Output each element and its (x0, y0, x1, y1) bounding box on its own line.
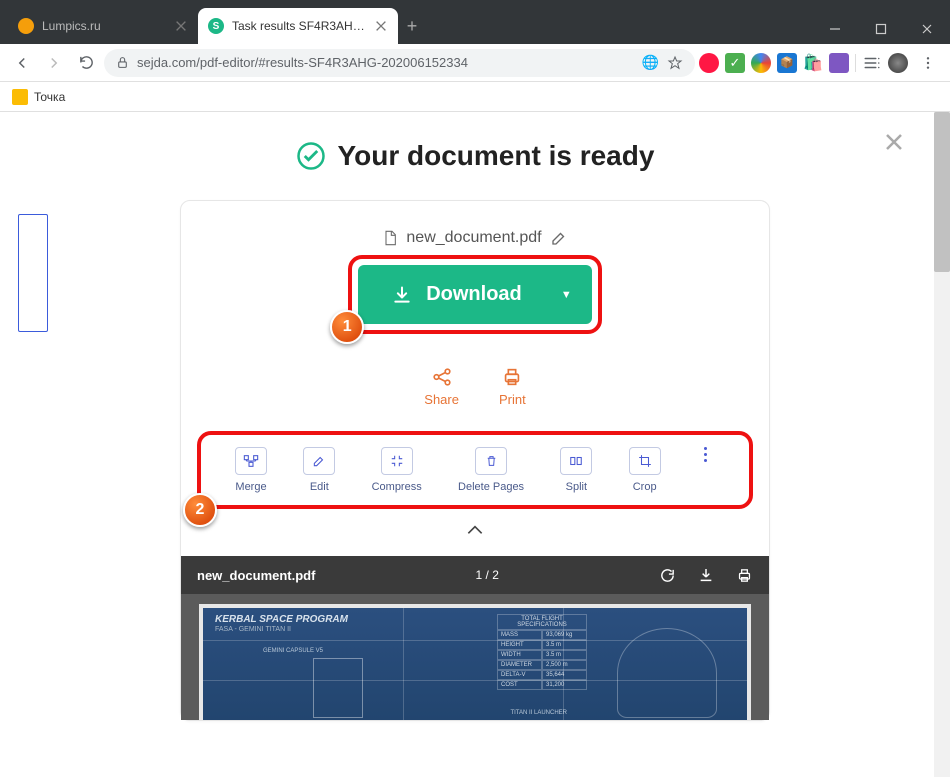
rotate-icon[interactable] (659, 567, 676, 584)
result-card: new_document.pdf Download ▼ 1 Share Prin… (180, 200, 770, 721)
tool-merge[interactable]: Merge (235, 447, 267, 493)
share-icon (431, 366, 453, 388)
close-icon[interactable] (374, 19, 388, 33)
page-content: Your document is ready new_document.pdf … (0, 112, 950, 777)
close-window-button[interactable] (904, 14, 950, 44)
ext-icon[interactable]: ✓ (725, 53, 745, 73)
print-icon[interactable] (736, 567, 753, 584)
tool-delete-pages[interactable]: Delete Pages (458, 447, 524, 493)
trash-icon (485, 454, 498, 468)
new-tab-button[interactable]: + (398, 8, 426, 44)
window-titlebar: Lumpics.ru S Task results SF4R3AHG-20200… (0, 0, 950, 44)
filename-text: new_document.pdf (406, 229, 541, 247)
menu-button[interactable] (914, 49, 942, 77)
window-controls (812, 14, 950, 44)
tab-lumpics[interactable]: Lumpics.ru (8, 8, 198, 44)
merge-icon (243, 454, 259, 468)
forward-button[interactable] (40, 49, 68, 77)
extensions: ✓ 📦 🛍️ (699, 49, 942, 77)
share-print-row: Share Print (201, 366, 749, 407)
lock-icon (116, 56, 129, 69)
download-button[interactable]: Download ▼ (358, 265, 592, 324)
tool-compress[interactable]: Compress (372, 447, 422, 493)
toolbar: sejda.com/pdf-editor/#results-SF4R3AHG-2… (0, 44, 950, 82)
sidebar-peek (18, 214, 48, 332)
reading-list-icon[interactable] (862, 53, 882, 73)
document-preview[interactable]: KERBAL SPACE PROGRAM FASA - GEMINI TITAN… (181, 594, 769, 720)
doc-title: KERBAL SPACE PROGRAM (215, 614, 348, 625)
crop-icon (638, 454, 652, 468)
tool-split[interactable]: Split (560, 447, 592, 493)
annotation-badge-2: 2 (183, 493, 217, 527)
ext-icon[interactable] (829, 53, 849, 73)
page-indicator: 1 / 2 (315, 568, 659, 582)
check-circle-icon (296, 141, 326, 171)
compress-icon (390, 454, 404, 468)
filename-row: new_document.pdf (201, 229, 749, 247)
preview-bar: new_document.pdf 1 / 2 (181, 556, 769, 594)
tab-title: Task results SF4R3AHG-202006152334 (232, 19, 368, 33)
star-icon[interactable] (667, 55, 683, 71)
maximize-button[interactable] (858, 14, 904, 44)
tool-edit[interactable]: Edit (303, 447, 335, 493)
tools-row: 2 Merge Edit Compress Delete Pages Split… (197, 431, 753, 509)
chevron-up-icon[interactable] (201, 523, 749, 542)
tab-sejda[interactable]: S Task results SF4R3AHG-202006152334 (198, 8, 398, 44)
chevron-down-icon: ▼ (561, 289, 572, 301)
profile-icon[interactable] (888, 53, 908, 73)
translate-icon[interactable]: 🌐 (642, 54, 659, 71)
print-icon (501, 366, 523, 388)
scrollbar[interactable] (934, 112, 950, 777)
file-icon (382, 229, 398, 247)
download-icon (392, 285, 412, 305)
more-tools-button[interactable] (697, 447, 715, 462)
bookmark-item[interactable]: Точка (34, 90, 65, 104)
page-title: Your document is ready (0, 140, 950, 172)
ext-icon[interactable] (751, 53, 771, 73)
edit-icon[interactable] (550, 229, 568, 247)
split-icon (569, 454, 583, 468)
download-label: Download (426, 283, 522, 306)
close-icon[interactable] (174, 19, 188, 33)
minimize-button[interactable] (812, 14, 858, 44)
share-button[interactable]: Share (424, 366, 459, 407)
preview-filename: new_document.pdf (197, 568, 315, 583)
tab-strip: Lumpics.ru S Task results SF4R3AHG-20200… (0, 8, 812, 44)
doc-subtitle: FASA - GEMINI TITAN II (215, 626, 291, 633)
pencil-icon (312, 454, 326, 468)
download-row: Download ▼ 1 (358, 265, 592, 324)
tool-crop[interactable]: Crop (629, 447, 661, 493)
reload-button[interactable] (72, 49, 100, 77)
bookmark-bar: Точка (0, 82, 950, 112)
print-button[interactable]: Print (499, 366, 526, 407)
close-icon[interactable] (882, 130, 906, 154)
tab-title: Lumpics.ru (42, 19, 168, 33)
ext-icon[interactable]: 📦 (777, 53, 797, 73)
scrollbar-thumb[interactable] (934, 112, 950, 272)
back-button[interactable] (8, 49, 36, 77)
address-bar[interactable]: sejda.com/pdf-editor/#results-SF4R3AHG-2… (104, 49, 695, 77)
bookmark-icon (12, 89, 28, 105)
ext-icon[interactable]: 🛍️ (803, 53, 823, 73)
ext-icon[interactable] (699, 53, 719, 73)
annotation-badge-1: 1 (330, 310, 364, 344)
url-text: sejda.com/pdf-editor/#results-SF4R3AHG-2… (137, 55, 468, 70)
download-icon[interactable] (698, 567, 714, 583)
doc-table: TOTAL FLIGHT SPECIFICATIONS MASS93,069 k… (497, 614, 587, 690)
